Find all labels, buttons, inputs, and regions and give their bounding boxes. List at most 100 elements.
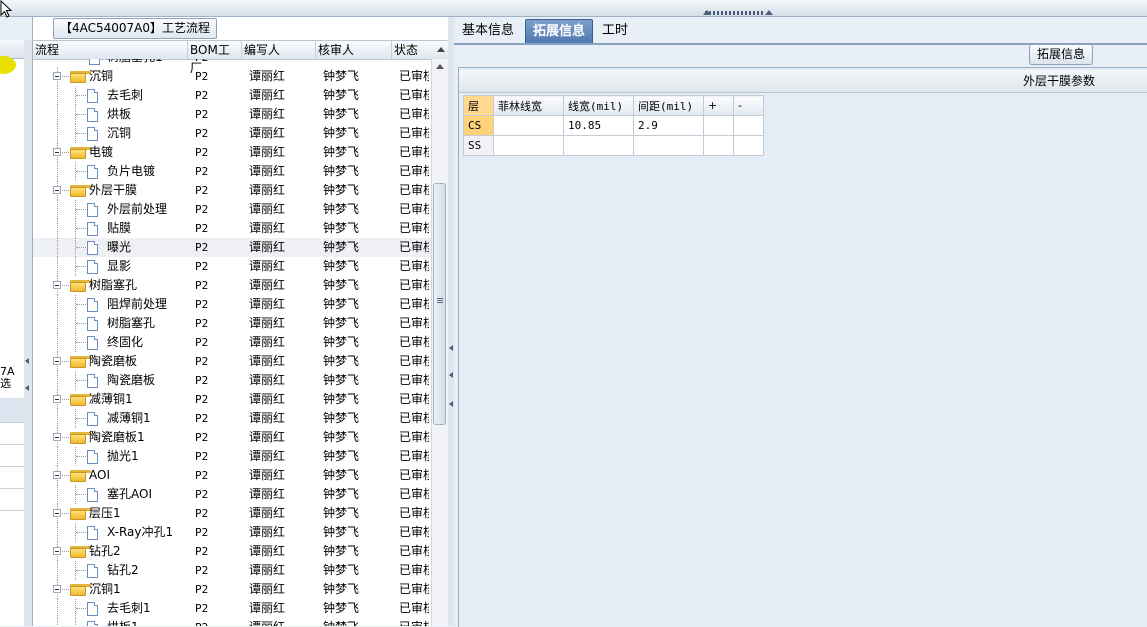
cell-remove[interactable]	[733, 135, 764, 156]
tree-row[interactable]: 树脂塞孔 P2 谭丽红 钟梦飞 已审核	[33, 276, 431, 295]
scroll-up-icon[interactable]	[436, 64, 444, 69]
tree-row[interactable]: 树脂塞孔 P2 谭丽红 钟梦飞 已审核	[33, 314, 431, 333]
collapse-icon[interactable]	[53, 281, 61, 289]
tree-row[interactable]: 沉铜 P2 谭丽红 钟梦飞 已审核	[33, 124, 431, 143]
tree-row[interactable]: 沉铜1 P2 谭丽红 钟梦飞 已审核	[33, 580, 431, 599]
tree-cell-reviewer: 钟梦飞	[323, 411, 360, 425]
collapse-icon[interactable]	[53, 585, 61, 593]
tree-cell-status: 已审核	[399, 544, 429, 558]
tree-row[interactable]: 减薄铜1 P2 谭丽红 钟梦飞 已审核	[33, 390, 431, 409]
collapse-icon[interactable]	[53, 471, 61, 479]
sort-arrow-icon[interactable]	[437, 47, 445, 52]
collapse-icon[interactable]	[53, 433, 61, 441]
tree-cell-reviewer: 钟梦飞	[323, 145, 360, 159]
tree-row[interactable]: X-Ray冲孔1 P2 谭丽红 钟梦飞 已审核	[33, 523, 431, 542]
cell-remove[interactable]	[733, 115, 764, 136]
tree-row[interactable]: 电镀 P2 谭丽红 钟梦飞 已审核	[33, 143, 431, 162]
remove-row-button[interactable]: -	[733, 95, 764, 116]
tree-panel-title: 【4AC54007A0】工艺流程	[53, 18, 218, 39]
tree-row[interactable]: 钻孔2 P2 谭丽红 钟梦飞 已审核	[33, 561, 431, 580]
add-row-button[interactable]: +	[703, 95, 734, 116]
table-row[interactable]: CS 10.85 2.9	[463, 115, 764, 136]
tree-row[interactable]: 贴膜 P2 谭丽红 钟梦飞 已审核	[33, 219, 431, 238]
tree-row[interactable]: 塞孔AOI P2 谭丽红 钟梦飞 已审核	[33, 485, 431, 504]
cell-add[interactable]	[703, 135, 734, 156]
tree-row[interactable]: 陶瓷磨板1 P2 谭丽红 钟梦飞 已审核	[33, 428, 431, 447]
top-splitter-bar[interactable]	[0, 0, 1147, 17]
tree-row[interactable]: 外层前处理 P2 谭丽红 钟梦飞 已审核	[33, 200, 431, 219]
tab-work-hours[interactable]: 工时	[595, 19, 635, 42]
cell-spacing[interactable]: 2.9	[633, 115, 704, 136]
tree-cell-status: 已审核	[399, 449, 429, 463]
tree-guide-line	[57, 219, 58, 238]
tab-extended-info[interactable]: 拓展信息	[525, 19, 594, 43]
collapse-icon[interactable]	[53, 509, 61, 517]
tree-row[interactable]: 烘板1 P2 谭丽红 钟梦飞 已审核	[33, 618, 431, 626]
collapse-icon[interactable]	[53, 186, 61, 194]
column-header-reviewer[interactable]: 核审人	[316, 41, 392, 59]
cell-add[interactable]	[703, 115, 734, 136]
splitter-grip[interactable]	[705, 11, 765, 15]
tree-cell-reviewer: 钟梦飞	[323, 563, 360, 577]
tree-row[interactable]: 层压1 P2 谭丽红 钟梦飞 已审核	[33, 504, 431, 523]
tree-row[interactable]: 减薄铜1 P2 谭丽红 钟梦飞 已审核	[33, 409, 431, 428]
tree-cell-reviewer: 钟梦飞	[323, 164, 360, 178]
collapse-left-icon[interactable]	[449, 345, 453, 351]
extended-info-button[interactable]: 拓展信息	[1029, 44, 1094, 65]
tree-cell-bom: P2	[195, 545, 209, 558]
collapse-icon[interactable]	[53, 72, 61, 80]
collapse-up-icon[interactable]	[765, 10, 773, 15]
tree-row-label: 外层干膜	[89, 183, 138, 197]
tree-row-partial[interactable]: 树脂塞孔1 P2	[33, 59, 431, 67]
cell-layer[interactable]: SS	[463, 135, 494, 156]
tree-row[interactable]: 陶瓷磨板 P2 谭丽红 钟梦飞 已审核	[33, 371, 431, 390]
tree-guide-line	[57, 561, 58, 580]
collapse-icon[interactable]	[53, 357, 61, 365]
tree-row[interactable]: 钻孔2 P2 谭丽红 钟梦飞 已审核	[33, 542, 431, 561]
tree-guide-line	[57, 523, 58, 542]
table-row[interactable]: SS	[463, 135, 764, 156]
scrollbar-thumb[interactable]	[433, 183, 446, 425]
tree-cell-reviewer: 钟梦飞	[323, 601, 360, 615]
cell-film-width[interactable]	[493, 135, 564, 156]
tree-row[interactable]: 去毛刺1 P2 谭丽红 钟梦飞 已审核	[33, 599, 431, 618]
collapse-icon[interactable]	[53, 395, 61, 403]
document-icon	[87, 450, 98, 464]
tree-row-label: 曝光	[107, 240, 132, 254]
collapse-left-icon[interactable]	[449, 401, 453, 407]
tree-row[interactable]: 去毛刺 P2 谭丽红 钟梦飞 已审核	[33, 86, 431, 105]
column-header-bom[interactable]: BOM工厂	[188, 41, 242, 75]
tab-basic-info[interactable]: 基本信息	[455, 19, 521, 42]
tree-cell-writer: 谭丽红	[249, 126, 286, 140]
tree-row[interactable]: 沉铜 P2 谭丽红 钟梦飞 已审核	[33, 67, 431, 86]
tree-row[interactable]: 外层干膜 P2 谭丽红 钟梦飞 已审核	[33, 181, 431, 200]
column-header-process[interactable]: 流程	[33, 41, 188, 59]
tree-row[interactable]: 陶瓷磨板 P2 谭丽红 钟梦飞 已审核	[33, 352, 431, 371]
tree-row[interactable]: 显影 P2 谭丽红 钟梦飞 已审核	[33, 257, 431, 276]
collapse-icon[interactable]	[53, 148, 61, 156]
collapse-left-icon[interactable]	[449, 372, 453, 378]
tree-cell-reviewer: 钟梦飞	[323, 259, 360, 273]
tree-row[interactable]: 抛光1 P2 谭丽红 钟梦飞 已审核	[33, 447, 431, 466]
tree-cell-status: 已审核	[399, 240, 429, 254]
cell-film-width[interactable]	[493, 115, 564, 136]
tree-cell-bom: P2	[195, 602, 209, 615]
folder-icon	[70, 432, 91, 444]
tree-row[interactable]: 阻焊前处理 P2 谭丽红 钟梦飞 已审核	[33, 295, 431, 314]
cell-line-width[interactable]: 10.85	[563, 115, 634, 136]
column-header-status[interactable]: 状态	[392, 41, 449, 59]
tree-row[interactable]: 曝光 P2 谭丽红 钟梦飞 已审核	[33, 238, 431, 257]
tree-row-label: 塞孔AOI	[107, 487, 152, 501]
tree-row[interactable]: AOI P2 谭丽红 钟梦飞 已审核	[33, 466, 431, 485]
tree-row[interactable]: 烘板 P2 谭丽红 钟梦飞 已审核	[33, 105, 431, 124]
tree-vertical-scrollbar[interactable]	[431, 59, 448, 626]
collapse-icon[interactable]	[53, 547, 61, 555]
tree-row[interactable]: 终固化 P2 谭丽红 钟梦飞 已审核	[33, 333, 431, 352]
cell-spacing[interactable]	[633, 135, 704, 156]
column-header-writer[interactable]: 编写人	[242, 41, 316, 59]
tree-row[interactable]: 负片电镀 P2 谭丽红 钟梦飞 已审核	[33, 162, 431, 181]
cell-layer[interactable]: CS	[463, 115, 494, 136]
cell-line-width[interactable]	[563, 135, 634, 156]
collapse-left-icon[interactable]	[25, 358, 29, 364]
collapse-left-icon[interactable]	[25, 385, 29, 391]
